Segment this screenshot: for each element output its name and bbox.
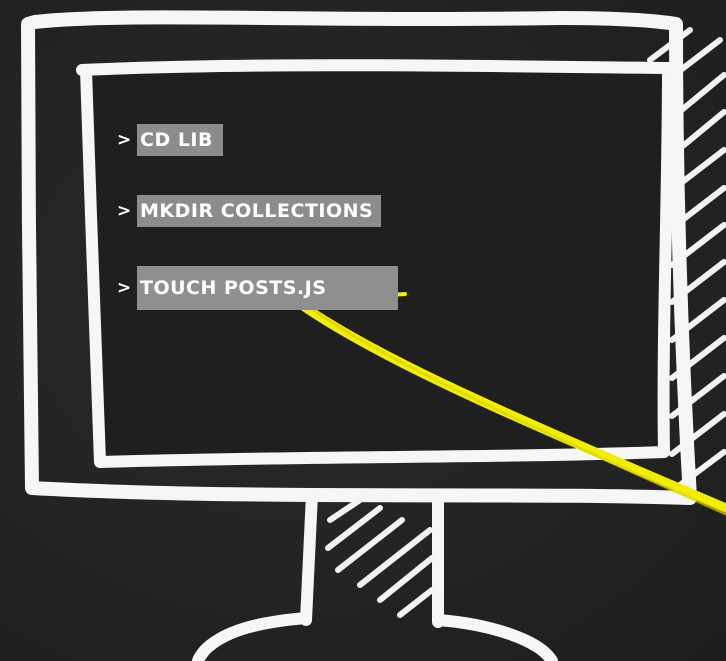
terminal-line: > cd lib [117, 124, 223, 156]
monitor-illustration [21, 10, 726, 661]
prompt-symbol: > [117, 201, 132, 221]
chalkboard-slide: > cd lib > mkdir collections > touch pos… [0, 0, 726, 661]
terminal-line: > touch posts.js [117, 266, 398, 310]
command-text: mkdir collections [137, 195, 382, 227]
monitor-stand [192, 488, 558, 661]
terminal-line: > mkdir collections [117, 195, 382, 227]
prompt-symbol: > [117, 130, 132, 150]
command-text: cd lib [137, 124, 223, 156]
prompt-symbol: > [117, 278, 132, 298]
command-text-highlighted: touch posts.js [137, 266, 398, 310]
